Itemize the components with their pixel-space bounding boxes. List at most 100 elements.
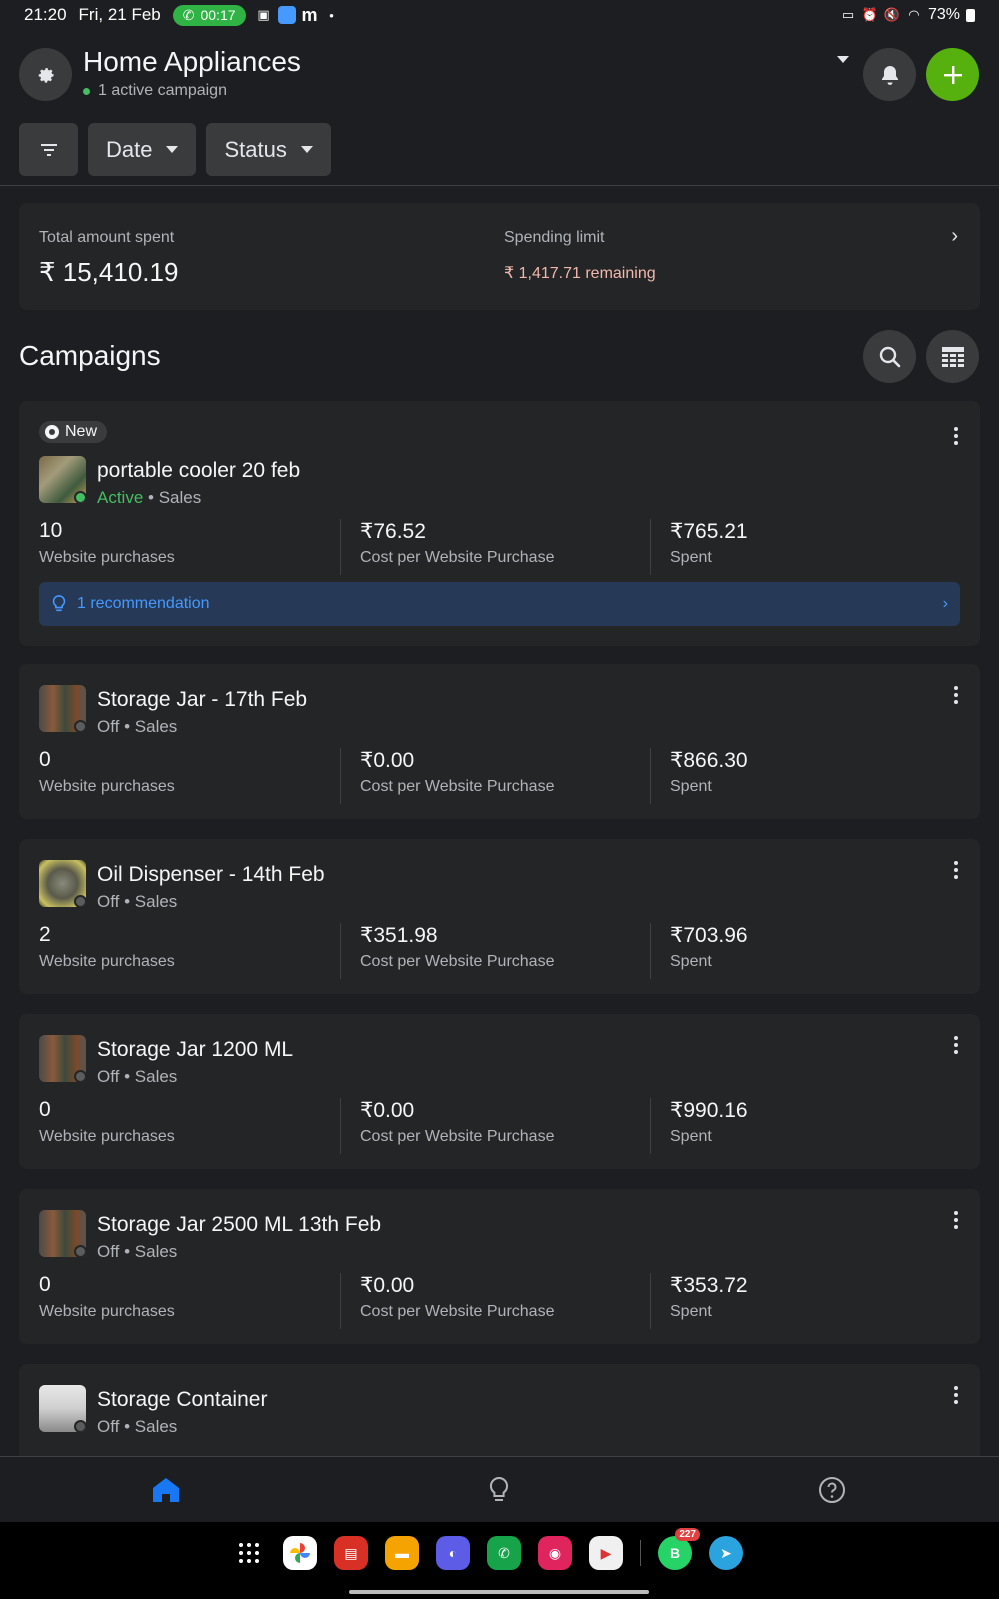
campaign-objective: Sales bbox=[158, 488, 202, 507]
campaign-card[interactable]: Storage Jar 2500 ML 13th Feb Off • Sales… bbox=[19, 1189, 980, 1344]
battery-icon bbox=[966, 8, 975, 22]
campaign-thumbnail bbox=[39, 860, 86, 907]
metric-caption: Website purchases bbox=[39, 1128, 175, 1145]
status-date: Fri, 21 Feb bbox=[78, 5, 161, 24]
campaign-metrics: 2 Website purchases ₹351.98 Cost per Web… bbox=[19, 923, 980, 979]
plus-icon bbox=[943, 65, 962, 84]
campaign-objective: Sales bbox=[134, 1242, 178, 1261]
telegram-app-icon[interactable]: ➤ bbox=[709, 1536, 743, 1570]
nav-home[interactable] bbox=[150, 1474, 182, 1506]
date-filter-dropdown[interactable]: Date bbox=[88, 123, 197, 176]
nav-help[interactable] bbox=[816, 1474, 848, 1506]
recommendation-banner[interactable]: 1 recommendation › bbox=[39, 582, 960, 626]
more-options-icon[interactable] bbox=[954, 427, 958, 448]
account-switcher-caret[interactable] bbox=[837, 56, 849, 63]
battery-saver-icon: ▭ bbox=[841, 7, 855, 22]
metric-cost-per-purchase: ₹76.52 Cost per Website Purchase bbox=[340, 519, 650, 575]
more-dot-icon: • bbox=[329, 7, 334, 23]
metric-cost-per-purchase: ₹0.00 Cost per Website Purchase bbox=[340, 748, 650, 804]
off-status-dot bbox=[74, 1070, 86, 1082]
whatsapp-business-app-icon[interactable]: B 227 bbox=[658, 1528, 700, 1570]
more-options-icon[interactable] bbox=[954, 1036, 958, 1057]
chevron-right-icon: › bbox=[951, 225, 958, 247]
files-app-icon[interactable]: ▬ bbox=[385, 1536, 419, 1570]
status-filter-dropdown[interactable]: Status bbox=[206, 123, 331, 176]
photos-app-icon[interactable] bbox=[283, 1536, 317, 1570]
campaign-metrics: 0 Website purchases ₹0.00 Cost per Websi… bbox=[19, 748, 980, 804]
metric-spent: ₹703.96 Spent bbox=[650, 923, 980, 979]
campaign-card[interactable]: Oil Dispenser - 14th Feb Off • Sales 2 W… bbox=[19, 839, 980, 994]
metric-value: ₹76.52 bbox=[360, 520, 426, 543]
campaign-status: Active bbox=[97, 488, 144, 507]
chevron-right-icon: › bbox=[942, 595, 948, 612]
notification-icons: ▣ m • bbox=[256, 5, 340, 25]
metric-value: ₹353.72 bbox=[670, 1274, 748, 1297]
filter-button[interactable] bbox=[19, 123, 78, 176]
nav-recommendations[interactable] bbox=[483, 1474, 515, 1506]
table-view-button[interactable] bbox=[926, 330, 979, 383]
date-filter-label: Date bbox=[106, 136, 153, 162]
app-drawer-icon[interactable] bbox=[232, 1536, 266, 1570]
metric-value: ₹990.16 bbox=[670, 1099, 748, 1122]
metric-value: 2 bbox=[39, 923, 51, 946]
app-header: Home Appliances 1 active campaign bbox=[0, 42, 999, 108]
notes-app-icon[interactable]: ▤ bbox=[334, 1536, 368, 1570]
campaign-name: portable cooler 20 feb bbox=[97, 459, 301, 482]
campaign-card[interactable]: Storage Container Off • Sales bbox=[19, 1364, 980, 1456]
spend-summary-card[interactable]: Total amount spent ₹ 15,410.19 Spending … bbox=[19, 203, 980, 310]
active-campaign-count: 1 active campaign bbox=[98, 82, 227, 99]
campaign-card[interactable]: Storage Jar - 17th Feb Off • Sales 0 Web… bbox=[19, 664, 980, 819]
notifications-button[interactable] bbox=[863, 48, 916, 101]
lightbulb-icon bbox=[489, 1476, 509, 1501]
ongoing-call-pill[interactable]: ✆ 00:17 bbox=[172, 4, 246, 26]
dock-divider bbox=[640, 1540, 641, 1566]
metric-value: ₹0.00 bbox=[360, 1274, 415, 1297]
status-bar: 21:20 Fri, 21 Feb ✆ 00:17 ▣ m • ▭ ⏰ 🔇 ◠ … bbox=[0, 0, 999, 30]
camera-app-icon[interactable]: ◉ bbox=[538, 1536, 572, 1570]
metric-value: ₹351.98 bbox=[360, 924, 438, 947]
lightbulb-icon bbox=[52, 595, 66, 612]
account-title[interactable]: Home Appliances bbox=[83, 46, 301, 78]
more-options-icon[interactable] bbox=[954, 861, 958, 882]
campaign-thumbnail bbox=[39, 1210, 86, 1257]
metric-caption: Spent bbox=[670, 1303, 712, 1320]
new-badge: New bbox=[39, 421, 108, 443]
campaign-metrics: 10 Website purchases ₹76.52 Cost per Web… bbox=[19, 519, 980, 575]
metric-caption: Website purchases bbox=[39, 953, 175, 970]
campaign-name: Storage Jar - 17th Feb bbox=[97, 688, 308, 711]
campaign-meta: Off • Sales bbox=[97, 892, 178, 911]
campaigns-heading: Campaigns bbox=[19, 340, 161, 371]
create-campaign-button[interactable] bbox=[926, 48, 979, 101]
more-options-icon[interactable] bbox=[954, 1211, 958, 1232]
browser-app-icon[interactable]: ◐ bbox=[436, 1536, 470, 1570]
metric-caption: Spent bbox=[670, 1128, 712, 1145]
home-icon bbox=[153, 1478, 179, 1502]
metric-cost-per-purchase: ₹0.00 Cost per Website Purchase bbox=[340, 1098, 650, 1154]
active-status-dot bbox=[83, 87, 90, 95]
more-options-icon[interactable] bbox=[954, 1386, 958, 1407]
caret-down-icon bbox=[300, 146, 313, 153]
recommendation-label: 1 recommendation bbox=[77, 595, 210, 612]
off-status-dot bbox=[74, 1420, 86, 1432]
bottom-navigation bbox=[0, 1456, 999, 1522]
settings-button[interactable] bbox=[19, 48, 72, 101]
metric-value: ₹0.00 bbox=[360, 1099, 415, 1122]
grid-icon bbox=[239, 1543, 259, 1563]
metric-spent: ₹866.30 Spent bbox=[650, 748, 980, 804]
metric-caption: Cost per Website Purchase bbox=[360, 1303, 555, 1320]
battery-percent: 73% bbox=[927, 6, 960, 23]
total-spent-value: ₹ 15,410.19 bbox=[39, 257, 179, 287]
metric-website-purchases: 2 Website purchases bbox=[19, 923, 340, 979]
phone-app-icon[interactable]: ✆ bbox=[487, 1536, 521, 1570]
video-app-icon[interactable]: ▶ bbox=[589, 1536, 623, 1570]
campaign-card[interactable]: Storage Jar 1200 ML Off • Sales 0 Websit… bbox=[19, 1014, 980, 1169]
search-campaigns-button[interactable] bbox=[863, 330, 916, 383]
gesture-handle[interactable] bbox=[349, 1590, 649, 1594]
metric-spent: ₹353.72 Spent bbox=[650, 1273, 980, 1329]
campaign-thumbnail bbox=[39, 456, 86, 503]
campaign-meta: Off • Sales bbox=[97, 717, 178, 736]
metric-caption: Cost per Website Purchase bbox=[360, 1128, 555, 1145]
metric-caption: Website purchases bbox=[39, 778, 175, 795]
more-options-icon[interactable] bbox=[954, 686, 958, 707]
campaign-card[interactable]: New portable cooler 20 feb Active • Sale… bbox=[19, 401, 980, 646]
